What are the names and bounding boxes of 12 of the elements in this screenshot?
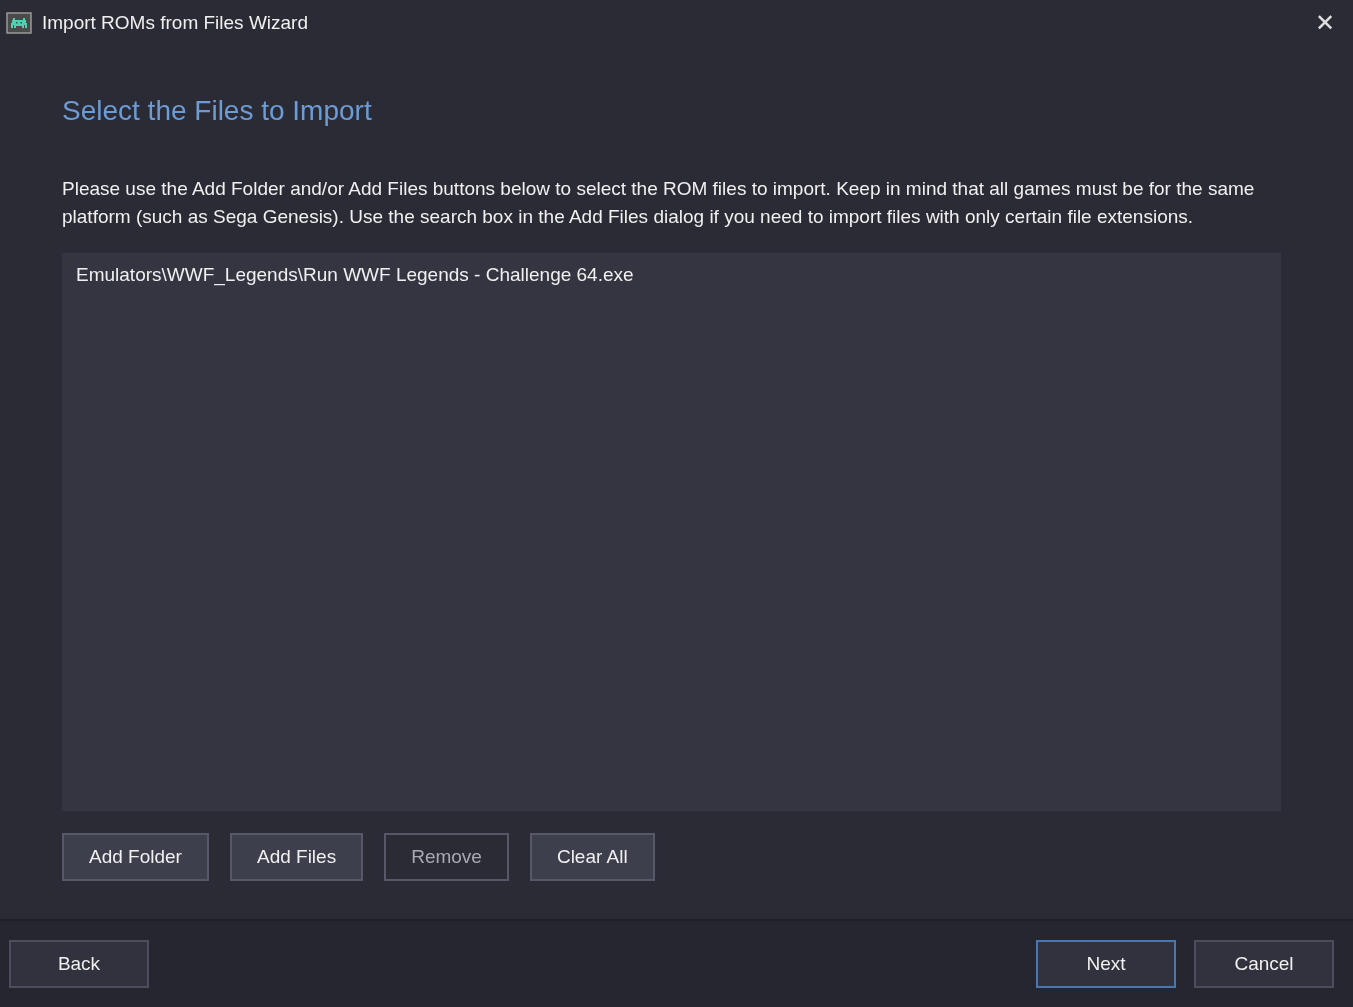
window-title: Import ROMs from Files Wizard (42, 11, 310, 34)
app-icon (6, 11, 32, 34)
page-heading: Select the Files to Import (62, 95, 373, 127)
list-action-button[interactable]: Clear All (529, 833, 655, 881)
left-button[interactable]: Back (9, 940, 149, 988)
list-action-button[interactable]: Add Folder (62, 833, 209, 881)
close-button[interactable]: ✕ (1305, 2, 1345, 43)
instructions-text: Please use the Add Folder and/or Add Files buttons below to select the ROM files to import. Keep in mind that all games must be for the same platform (such as Sega Genesis). Use the search box in the Add Files dialog if you need to import files with only certain file extensions. (62, 177, 1256, 229)
file-item[interactable]: Emulators\WWF_Legends\Run WWF Legends - Challenge 64.exe (76, 263, 634, 287)
right-button[interactable]: Cancel (1194, 940, 1334, 988)
list-action-button[interactable]: Add Files (229, 833, 364, 881)
right-button[interactable]: Next (1036, 940, 1176, 988)
